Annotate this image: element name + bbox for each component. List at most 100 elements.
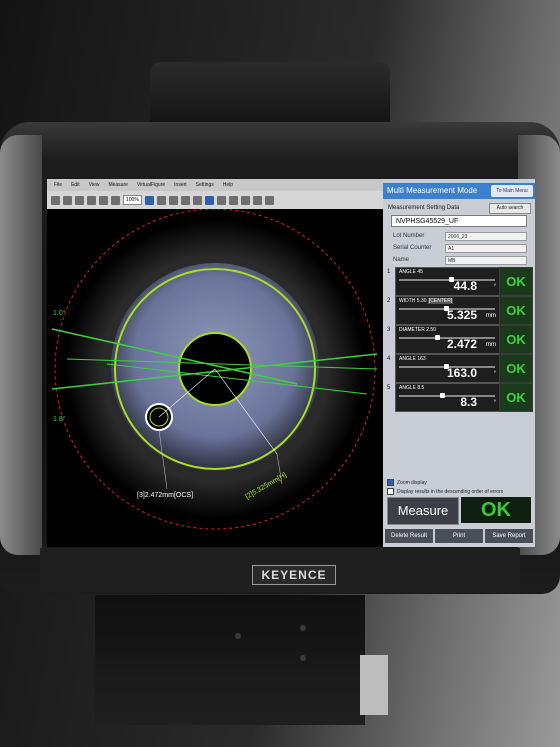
save-icon[interactable]: [63, 195, 72, 205]
brand-logo: KEYENCE: [252, 565, 336, 585]
serial-counter-field[interactable]: A1: [445, 244, 527, 253]
panel-header: Multi Measurement Mode To Main Menu: [383, 183, 535, 199]
bolt: [300, 655, 306, 661]
angle-label-bottom: 1.8°: [53, 415, 66, 423]
menu-view[interactable]: View: [89, 182, 100, 188]
zoom-select[interactable]: 100%: [123, 195, 142, 205]
result-value: 5.325: [446, 308, 477, 322]
checkbox-icon[interactable]: [387, 488, 394, 495]
camera-view[interactable]: 1.0° 1.8° [3]2.472mm[OCS] [2]5.325mm[H]: [47, 208, 383, 547]
monitor-screen: File Edit View Measure VirtualFigure Ins…: [47, 179, 535, 547]
result-value: 2.472: [446, 337, 477, 351]
result-card: WIDTH 5.30 [CENTER] 5.325 mm: [395, 296, 500, 325]
checkbox-label: Zoom display: [397, 479, 427, 486]
result-number: 5: [387, 385, 391, 391]
layer-icon[interactable]: [252, 195, 262, 205]
result-label: ANGLE 45: [399, 269, 423, 275]
serial-counter-label: Serial Counter: [393, 245, 432, 251]
menu-file[interactable]: File: [54, 182, 62, 188]
result-row[interactable]: 4 ANGLE 163 163.0 ° OK: [385, 354, 533, 383]
result-number: 1: [387, 269, 391, 275]
housing-left-handle: [0, 135, 42, 555]
result-unit: mm: [486, 313, 496, 319]
result-row[interactable]: 5 ANGLE 8.5 8.3 ° OK: [385, 383, 533, 412]
overall-status: OK: [461, 497, 531, 523]
result-card: ANGLE 163 163.0 °: [395, 354, 500, 383]
result-unit: °: [493, 400, 496, 406]
result-list: 1 ANGLE 45 44.8 ° OK 2 WIDTH 5.30 [CENTER] 5.32…: [383, 267, 535, 417]
action-bar: Delete Result Print Save Report: [385, 529, 533, 543]
measure-tool-icon[interactable]: [156, 195, 166, 205]
delete-icon[interactable]: [111, 195, 120, 205]
tolerance-marker: [439, 393, 445, 398]
result-unit: mm: [486, 342, 496, 348]
descending-order-checkbox[interactable]: Display results in the descending order …: [387, 488, 503, 495]
lot-number-field[interactable]: 2006_23: [445, 232, 527, 241]
menu-measure[interactable]: Measure: [108, 182, 127, 188]
camera-icon[interactable]: [75, 195, 84, 205]
stage-icon[interactable]: [192, 195, 202, 205]
toolbar: 100%: [47, 191, 383, 209]
menu-insert[interactable]: Insert: [174, 182, 187, 188]
checkbox-label: Display results in the descending order …: [397, 488, 504, 495]
result-status: OK: [499, 354, 533, 383]
tolerance-track: [399, 393, 495, 398]
setting-data-select[interactable]: NVPHSG45529_UF: [391, 215, 527, 227]
panel-title: Multi Measurement Mode: [387, 186, 478, 195]
result-status: OK: [499, 325, 533, 354]
tolerance-marker: [435, 335, 440, 340]
stop-icon[interactable]: [216, 195, 226, 205]
to-main-menu-button[interactable]: To Main Menu: [491, 185, 533, 197]
play-icon[interactable]: [204, 195, 214, 205]
grid-icon[interactable]: [228, 195, 238, 205]
setting-data-label: Measurement Setting Data: [388, 205, 460, 211]
menu-virtualfigure[interactable]: VirtualFigure: [137, 182, 165, 188]
result-label: WIDTH 5.30 [CENTER]: [399, 298, 454, 304]
menu-help[interactable]: Help: [223, 182, 233, 188]
angle-label-top: 1.0°: [53, 309, 66, 317]
checkbox-icon[interactable]: [387, 479, 394, 486]
result-label: ANGLE 8.5: [399, 385, 425, 391]
measure-button[interactable]: Measure: [387, 497, 459, 525]
redo-icon[interactable]: [99, 195, 108, 205]
delete-result-button[interactable]: Delete Result: [385, 529, 433, 543]
line-width-icon[interactable]: [264, 195, 274, 205]
auto-search-button[interactable]: Auto search: [489, 203, 531, 214]
result-number: 4: [387, 356, 391, 362]
zoom-fit-icon[interactable]: [240, 195, 250, 205]
undo-icon[interactable]: [87, 195, 96, 205]
bolt: [300, 625, 306, 631]
result-card: ANGLE 45 44.8 °: [395, 267, 500, 296]
open-icon[interactable]: [51, 195, 60, 205]
dimension-label-3: [3]2.472mm[OCS]: [137, 492, 193, 499]
pointer-icon[interactable]: [144, 195, 154, 205]
result-value: 8.3: [460, 395, 477, 409]
result-number: 2: [387, 298, 391, 304]
measurement-overlay: 1.0° 1.8° [3]2.472mm[OCS] [2]5.325mm[H]: [51, 208, 378, 530]
result-row[interactable]: 2 WIDTH 5.30 [CENTER] 5.325 mm OK: [385, 296, 533, 325]
display-options: Zoom display Display results in the desc…: [387, 479, 503, 497]
text-tool-icon[interactable]: [168, 195, 178, 205]
result-status: OK: [499, 383, 533, 412]
result-status: OK: [499, 296, 533, 325]
result-value: 163.0: [446, 366, 477, 380]
measurement-panel: Multi Measurement Mode To Main Menu Meas…: [383, 179, 535, 547]
menu-settings[interactable]: Settings: [196, 182, 214, 188]
name-field[interactable]: MB: [445, 256, 527, 265]
result-unit: °: [493, 371, 496, 377]
result-card: ANGLE 8.5 8.3 °: [395, 383, 500, 412]
result-unit: °: [493, 284, 496, 290]
name-label: Name: [393, 257, 410, 263]
print-button[interactable]: Print: [435, 529, 483, 543]
zoom-display-checkbox[interactable]: Zoom display: [387, 479, 503, 486]
result-row[interactable]: 1 ANGLE 45 44.8 ° OK: [385, 267, 533, 296]
save-report-button[interactable]: Save Report: [485, 529, 533, 543]
result-row[interactable]: 3 DIAMETER 2.50 2.472 mm OK: [385, 325, 533, 354]
result-value: 44.8: [453, 279, 477, 293]
menu-edit[interactable]: Edit: [71, 182, 80, 188]
stand-base: [95, 595, 365, 725]
light-icon[interactable]: [180, 195, 190, 205]
result-tag: [CENTER]: [427, 298, 454, 304]
tolerance-track: [399, 277, 495, 282]
result-card: DIAMETER 2.50 2.472 mm: [395, 325, 500, 354]
